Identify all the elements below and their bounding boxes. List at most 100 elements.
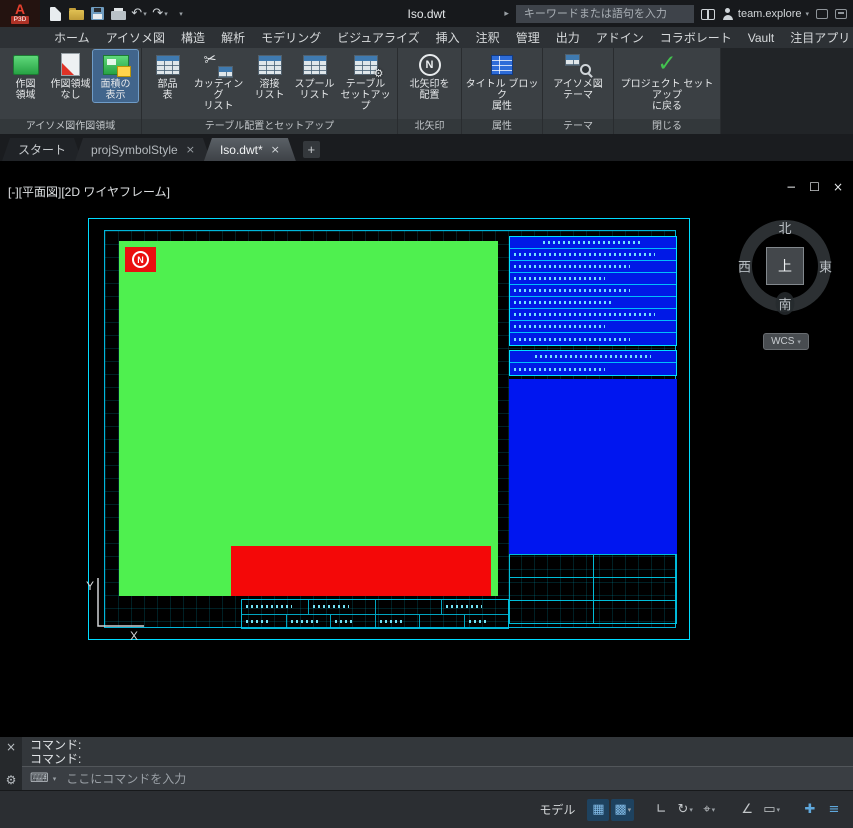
ribbon-tab-home[interactable]: ホーム — [46, 27, 98, 48]
redo-dropdown-icon[interactable]: ▾ — [164, 10, 168, 18]
ribbon-tab-collaborate[interactable]: コラボレート — [652, 27, 740, 48]
titlebar-extra-icon[interactable] — [816, 8, 828, 19]
faux-text — [514, 253, 656, 256]
ortho-mode-toggle[interactable]: ∟ — [650, 799, 672, 821]
open-file-button[interactable] — [66, 4, 86, 24]
new-file-button[interactable] — [45, 4, 65, 24]
drawing-area-button[interactable]: 作図 領域 — [3, 50, 48, 102]
redo-button[interactable]: ↷ ▾ — [150, 4, 170, 24]
command-close-icon[interactable]: × — [6, 741, 16, 753]
binoculars-search-icon[interactable] — [700, 8, 715, 20]
ribbon-tab-output[interactable]: 出力 — [548, 27, 588, 48]
viewcube-east[interactable]: 東 — [819, 257, 832, 276]
cutting-list-button[interactable]: ✂ カッティング リスト — [190, 48, 247, 113]
wcs-dropdown[interactable]: WCS ▾ — [763, 333, 809, 350]
no-drawing-area-icon — [61, 53, 80, 76]
faux-text — [534, 355, 652, 358]
table-row — [510, 309, 676, 321]
qat-menu-button[interactable]: ▾ — [171, 4, 191, 24]
ribbon-tab-vault[interactable]: Vault — [740, 27, 782, 48]
undo-dropdown-icon[interactable]: ▾ — [143, 10, 147, 18]
snap-dropdown-icon[interactable]: ▾ — [628, 806, 632, 814]
file-tab-isodwt[interactable]: Iso.dwt* × — [204, 138, 296, 161]
faux-text — [446, 605, 483, 609]
snap-mode-toggle[interactable]: ▩ ▾ — [611, 798, 635, 821]
annotation-monitor-toggle[interactable]: ✚ — [799, 799, 821, 821]
selection-cycling-toggle[interactable]: ▭ ▾ — [760, 799, 783, 821]
table-row — [510, 600, 676, 623]
viewcube-south[interactable]: 南 — [775, 292, 795, 315]
ucs-icon[interactable]: Y X — [82, 564, 166, 644]
account-menu[interactable]: team.explore ▾ — [722, 7, 809, 20]
minimize-icon[interactable]: − — [786, 180, 796, 194]
bom-table-button[interactable]: 部品 表 — [145, 50, 190, 102]
viewcube-top-face[interactable]: 上 — [766, 247, 804, 285]
tab-close-icon[interactable]: × — [271, 143, 280, 156]
no-drawing-area-button[interactable]: 作図領域 なし — [48, 50, 93, 102]
printer-icon — [110, 8, 126, 20]
undo-button[interactable]: ↶ ▾ — [129, 4, 149, 24]
close-icon[interactable]: × — [833, 180, 843, 194]
polar-dropdown-icon[interactable]: ▾ — [689, 806, 693, 814]
restore-icon[interactable]: ☐ — [809, 180, 820, 194]
ribbon-tab-structure[interactable]: 構造 — [173, 27, 213, 48]
viewcube-west[interactable]: 西 — [738, 257, 751, 276]
new-tab-button[interactable]: + — [302, 141, 320, 158]
show-area-button[interactable]: 面積の 表示 — [92, 49, 139, 103]
viewcube[interactable]: 北 西 東 南 上 — [736, 217, 834, 315]
ribbon-tab-annotate[interactable]: 注釈 — [468, 27, 508, 48]
osnap-dropdown-icon[interactable]: ▾ — [712, 806, 716, 814]
polar-tracking-icon: ↻ — [677, 802, 689, 817]
plot-button[interactable] — [108, 4, 128, 24]
ribbon-tab-insert[interactable]: 挿入 — [428, 27, 468, 48]
app-logo[interactable]: A P3D — [0, 0, 40, 27]
tab-close-icon[interactable]: × — [186, 143, 195, 156]
table-row — [510, 554, 676, 577]
return-project-setup-button[interactable]: ✓ プロジェクト セットアップ に戻る — [617, 50, 717, 113]
drawing-viewport[interactable]: [-][平面図][2D ワイヤフレーム] − ☐ × N Y X 北 西 東 南… — [0, 161, 853, 737]
table-setup-button[interactable]: ⚙ テーブル セットアップ — [337, 50, 394, 113]
weld-list-button[interactable]: 溶接 リスト — [247, 50, 292, 102]
place-north-arrow-button[interactable]: N 北矢印を 配置 — [401, 50, 458, 102]
ribbon-tab-addins[interactable]: アドイン — [588, 27, 652, 48]
faux-text — [514, 277, 606, 280]
faux-text — [514, 289, 631, 292]
object-snap-toggle[interactable]: ⌖ ▾ — [698, 799, 720, 821]
ribbon-tab-manage[interactable]: 管理 — [508, 27, 548, 48]
lineweight-icon: ∠ — [741, 802, 754, 817]
customization-button[interactable]: ≡ — [823, 799, 845, 821]
save-button[interactable] — [87, 4, 107, 24]
titleblock-attributes-button[interactable]: タイトル ブロック 属性 — [465, 50, 539, 113]
file-tab-projsymbolstyle[interactable]: projSymbolStyle × — [75, 138, 211, 161]
file-tab-start[interactable]: スタート — [2, 138, 82, 161]
faux-text — [514, 313, 656, 316]
spool-list-icon — [302, 54, 327, 75]
ribbon-tab-featured-apps[interactable]: 注目アプリ — [782, 27, 853, 48]
command-input[interactable] — [64, 770, 845, 787]
command-history-line: コマンド: — [30, 738, 82, 752]
selection-dropdown-icon[interactable]: ▾ — [776, 806, 780, 814]
ribbon-tab-isometric[interactable]: アイソメ図 — [98, 27, 173, 48]
ribbon-tab-visualize[interactable]: ビジュアライズ — [329, 27, 428, 48]
ribbon-tab-modeling[interactable]: モデリング — [253, 27, 329, 48]
command-recent-icon[interactable]: ▾ — [53, 775, 57, 783]
iso-theme-button[interactable]: アイソメ図 テーマ — [546, 50, 610, 102]
app-badge: P3D — [10, 16, 30, 24]
titlebar-extra-icon[interactable] — [835, 8, 847, 19]
ribbon-tab-analysis[interactable]: 解析 — [213, 27, 253, 48]
search-input[interactable] — [521, 6, 688, 21]
new-file-icon — [49, 6, 61, 21]
table-row — [510, 363, 676, 375]
model-space-button[interactable]: モデル — [539, 801, 575, 818]
search-collapse-icon[interactable]: ▸ — [504, 9, 509, 19]
faux-text — [514, 367, 606, 371]
viewport-controls-label[interactable]: [-][平面図][2D ワイヤフレーム] — [8, 183, 170, 200]
customize-wrench-icon[interactable]: ⚙ — [6, 774, 17, 786]
table-row — [510, 333, 676, 345]
spool-list-button[interactable]: スプール リスト — [292, 50, 337, 102]
grid-display-toggle[interactable]: ▦ — [587, 798, 610, 821]
viewcube-north[interactable]: 北 — [778, 218, 791, 237]
polar-tracking-toggle[interactable]: ↻ ▾ — [674, 799, 696, 821]
faux-text — [312, 605, 349, 609]
lineweight-toggle[interactable]: ∠ — [736, 799, 758, 821]
